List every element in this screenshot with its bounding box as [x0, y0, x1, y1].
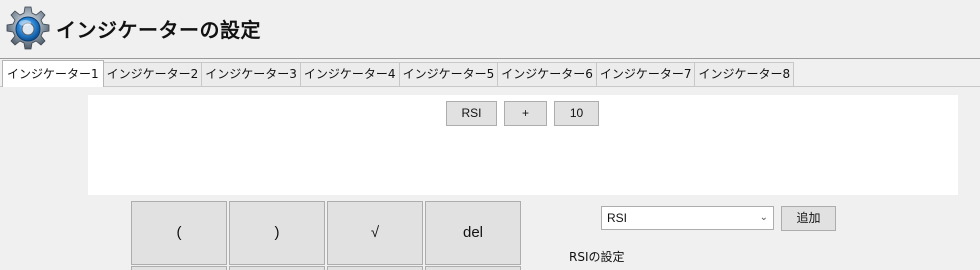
gear-icon [6, 6, 50, 50]
keypad: ( ) √ del [131, 201, 523, 265]
expression-token[interactable]: + [504, 101, 547, 126]
close-paren-button[interactable]: ) [229, 201, 325, 265]
tab-indicator-8[interactable]: インジケーター8 [694, 62, 795, 86]
tab-indicator-2[interactable]: インジケーター2 [102, 62, 203, 86]
tab-indicator-3[interactable]: インジケーター3 [201, 62, 301, 86]
chevron-down-icon: ⌄ [759, 212, 768, 223]
tab-bar: インジケーター1 インジケーター2 インジケーター3 インジケーター4 インジケ… [0, 60, 980, 87]
indicator-select[interactable]: RSI ⌄ [601, 206, 774, 230]
add-button[interactable]: 追加 [781, 206, 836, 231]
tab-indicator-5[interactable]: インジケーター5 [398, 62, 499, 86]
keypad-key[interactable] [327, 266, 423, 270]
settings-label: RSIの設定 [569, 250, 625, 264]
keypad-key[interactable] [229, 266, 325, 270]
keypad-key[interactable] [425, 266, 521, 270]
sqrt-button[interactable]: √ [327, 201, 423, 265]
indicator-select-value: RSI [607, 211, 628, 225]
tab-indicator-4[interactable]: インジケーター4 [299, 62, 400, 86]
tab-indicator-1[interactable]: インジケーター1 [2, 60, 104, 87]
delete-button[interactable]: del [425, 201, 521, 265]
expression-panel: RSI + 10 [88, 95, 958, 195]
keypad-row-2 [131, 266, 523, 270]
window-title: インジケーターの設定 [56, 18, 261, 42]
tab-indicator-6[interactable]: インジケーター6 [497, 62, 597, 86]
expression-token[interactable]: 10 [554, 101, 599, 126]
open-paren-button[interactable]: ( [131, 201, 227, 265]
title-bar: インジケーターの設定 [0, 0, 980, 59]
tab-indicator-7[interactable]: インジケーター7 [595, 62, 696, 86]
expression-token[interactable]: RSI [446, 101, 497, 126]
keypad-key[interactable] [131, 266, 227, 270]
